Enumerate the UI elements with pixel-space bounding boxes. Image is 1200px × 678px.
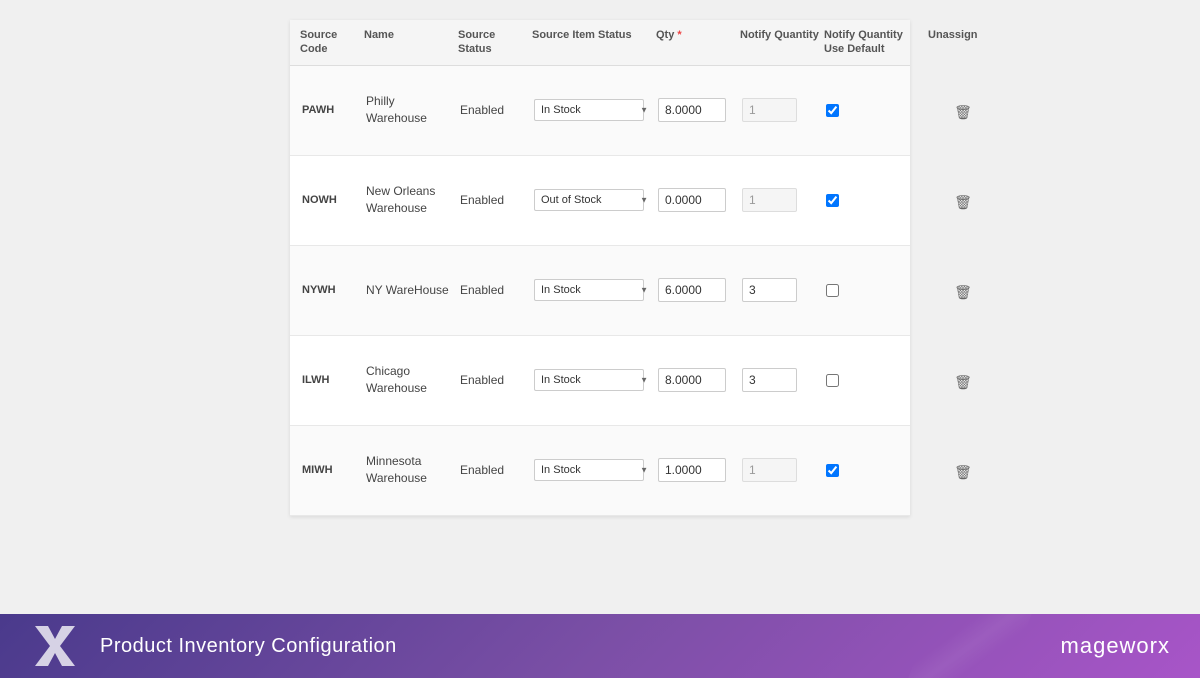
qty-input[interactable] [658, 98, 726, 122]
trash-icon[interactable]: 🗑 [954, 104, 972, 121]
qty-cell[interactable] [656, 92, 736, 128]
use-default-cell[interactable] [824, 98, 924, 123]
unassign-cell[interactable]: 🗑 [928, 454, 998, 487]
col-header-source-code: Source Code [300, 28, 360, 57]
qty-input[interactable] [658, 458, 726, 482]
table-row: ILWHChicago WarehouseEnabledIn StockOut … [290, 336, 910, 426]
source-item-status-cell[interactable]: In StockOut of Stock▼ [532, 363, 652, 397]
qty-input[interactable] [658, 188, 726, 212]
use-default-cell[interactable] [824, 368, 924, 393]
inventory-table: Source Code Name Source Status Source It… [290, 20, 910, 516]
table-body: PAWHPhilly WarehouseEnabledIn StockOut o… [290, 66, 910, 516]
footer-decoration [908, 614, 1031, 678]
source-code-cell: ILWH [300, 368, 360, 392]
footer-bar: Product Inventory Configuration mageworx [0, 614, 1200, 678]
use-default-cell[interactable] [824, 188, 924, 213]
notify-qty-cell[interactable] [740, 362, 820, 398]
footer-brand: mageworx [1061, 633, 1170, 659]
footer-brand-text: mageworx [1061, 633, 1170, 658]
source-name-cell: New Orleans Warehouse [364, 177, 454, 223]
source-item-status-cell[interactable]: In StockOut of Stock▼ [532, 183, 652, 217]
notify-qty-cell[interactable] [740, 272, 820, 308]
required-star: * [677, 29, 681, 41]
qty-cell[interactable] [656, 452, 736, 488]
col-header-unassign: Unassign [928, 28, 998, 57]
source-name-cell: Chicago Warehouse [364, 357, 454, 403]
source-item-status-select[interactable]: In StockOut of Stock [534, 279, 644, 301]
source-status-cell: Enabled [458, 97, 528, 123]
source-item-status-select[interactable]: In StockOut of Stock [534, 369, 644, 391]
source-item-status-cell[interactable]: In StockOut of Stock▼ [532, 453, 652, 487]
col-header-name: Name [364, 28, 454, 57]
source-name-cell: Minnesota Warehouse [364, 447, 454, 493]
source-status-cell: Enabled [458, 457, 528, 483]
notify-qty-input [742, 458, 797, 482]
unassign-cell[interactable]: 🗑 [928, 184, 998, 217]
qty-input[interactable] [658, 278, 726, 302]
notify-qty-cell [740, 92, 820, 128]
use-default-checkbox[interactable] [826, 464, 839, 477]
col-header-source-item-status: Source Item Status [532, 28, 652, 57]
notify-qty-cell [740, 452, 820, 488]
qty-input[interactable] [658, 368, 726, 392]
use-default-cell[interactable] [824, 278, 924, 303]
main-content: Source Code Name Source Status Source It… [0, 0, 1200, 614]
unassign-cell[interactable]: 🗑 [928, 94, 998, 127]
source-status-cell: Enabled [458, 367, 528, 393]
unassign-cell[interactable]: 🗑 [928, 274, 998, 307]
table-row: PAWHPhilly WarehouseEnabledIn StockOut o… [290, 66, 910, 156]
use-default-checkbox[interactable] [826, 374, 839, 387]
use-default-checkbox[interactable] [826, 104, 839, 117]
footer-x-logo-icon [30, 621, 80, 671]
table-row: MIWHMinnesota WarehouseEnabledIn StockOu… [290, 426, 910, 516]
unassign-cell[interactable]: 🗑 [928, 364, 998, 397]
source-item-status-cell[interactable]: In StockOut of Stock▼ [532, 273, 652, 307]
trash-icon[interactable]: 🗑 [954, 194, 972, 211]
table-header: Source Code Name Source Status Source It… [290, 20, 910, 66]
source-status-cell: Enabled [458, 277, 528, 303]
col-header-qty: Qty * [656, 28, 736, 57]
source-code-cell: PAWH [300, 98, 360, 122]
use-default-checkbox[interactable] [826, 284, 839, 297]
source-code-cell: NOWH [300, 188, 360, 212]
notify-qty-input [742, 98, 797, 122]
source-name-cell: Philly Warehouse [364, 87, 454, 133]
notify-qty-input [742, 188, 797, 212]
source-code-cell: MIWH [300, 458, 360, 482]
qty-cell[interactable] [656, 182, 736, 218]
table-row: NYWHNY WareHouseEnabledIn StockOut of St… [290, 246, 910, 336]
use-default-cell[interactable] [824, 458, 924, 483]
trash-icon[interactable]: 🗑 [954, 374, 972, 391]
qty-cell[interactable] [656, 272, 736, 308]
source-item-status-select[interactable]: In StockOut of Stock [534, 459, 644, 481]
col-header-notify-qty-default: Notify Quantity Use Default [824, 28, 924, 57]
qty-cell[interactable] [656, 362, 736, 398]
source-code-cell: NYWH [300, 278, 360, 302]
col-header-notify-qty: Notify Quantity [740, 28, 820, 57]
trash-icon[interactable]: 🗑 [954, 464, 972, 481]
source-item-status-cell[interactable]: In StockOut of Stock▼ [532, 93, 652, 127]
notify-qty-cell [740, 182, 820, 218]
notify-qty-input[interactable] [742, 278, 797, 302]
notify-qty-input[interactable] [742, 368, 797, 392]
source-status-cell: Enabled [458, 187, 528, 213]
use-default-checkbox[interactable] [826, 194, 839, 207]
table-row: NOWHNew Orleans WarehouseEnabledIn Stock… [290, 156, 910, 246]
trash-icon[interactable]: 🗑 [954, 284, 972, 301]
source-item-status-select[interactable]: In StockOut of Stock [534, 99, 644, 121]
col-header-source-status: Source Status [458, 28, 528, 57]
source-item-status-select[interactable]: In StockOut of Stock [534, 189, 644, 211]
source-name-cell: NY WareHouse [364, 276, 454, 305]
